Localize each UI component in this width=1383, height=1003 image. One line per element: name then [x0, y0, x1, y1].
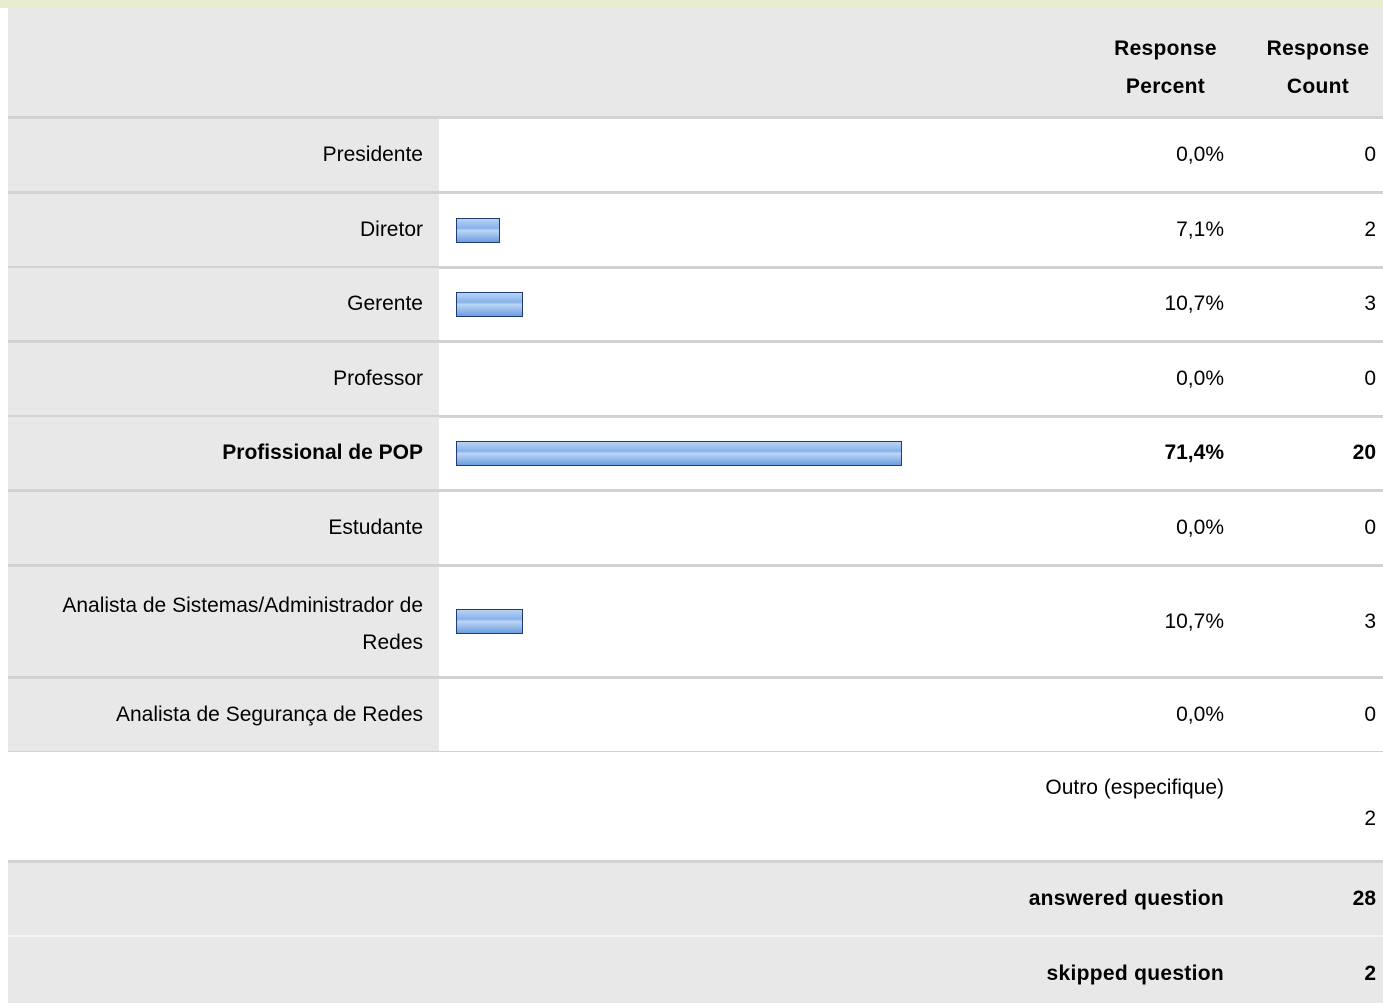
response-count-value: 20 [1352, 441, 1376, 464]
table-header: Response Percent Response Count [8, 8, 1383, 116]
response-count-value: 0 [1364, 703, 1376, 726]
response-bar [456, 218, 500, 243]
category-label: Diretor [359, 218, 423, 241]
response-percent-header-line2: Percent [1125, 75, 1206, 98]
category-label: Professor [333, 367, 423, 390]
other-label: Outro (especifique) [1045, 776, 1224, 799]
response-bar [456, 609, 523, 634]
response-percent-value: 0,0% [1176, 516, 1224, 539]
response-count-value: 0 [1364, 367, 1376, 390]
response-count-value: 0 [1364, 143, 1376, 166]
table-row: Analista de Sistemas/Administrador de Re… [8, 567, 1383, 676]
table-row: Estudante 0,0% 0 [8, 492, 1383, 564]
category-label: Estudante [328, 516, 423, 539]
category-label: Analista de Segurança de Redes [115, 703, 423, 726]
row-label-cell: Presidente [8, 119, 439, 191]
category-label: Profissional de POP [222, 441, 423, 464]
table-row: Analista de Segurança de Redes 0,0% 0 [8, 679, 1383, 751]
row-label-cell: Diretor [8, 194, 439, 266]
response-percent-value: 0,0% [1176, 143, 1224, 166]
row-label-cell: Gerente [8, 268, 439, 340]
top-accent-bar [0, 0, 1383, 8]
response-percent-value: 0,0% [1176, 367, 1224, 390]
answered-question-label: answered question [1028, 887, 1224, 910]
response-count-value: 0 [1364, 516, 1376, 539]
response-count-header-line1: Response [1266, 37, 1370, 60]
table-row: Gerente 10,7% 3 [8, 268, 1383, 340]
response-percent-value: 71,4% [1164, 441, 1224, 464]
skipped-question-value: 2 [1364, 962, 1376, 985]
category-label: Gerente [347, 292, 423, 315]
answered-question-value: 28 [1352, 887, 1376, 910]
other-row: Outro (especifique) 2 [8, 752, 1383, 860]
response-count-value: 3 [1364, 292, 1376, 315]
response-bar [456, 292, 523, 317]
response-percent-value: 10,7% [1164, 292, 1224, 315]
category-label: Presidente [322, 143, 423, 166]
table-row: Presidente 0,0% 0 [8, 119, 1383, 191]
response-bar [456, 441, 902, 466]
table-row: Diretor 7,1% 2 [8, 194, 1383, 266]
table-row: Professor 0,0% 0 [8, 343, 1383, 415]
response-percent-value: 0,0% [1176, 703, 1224, 726]
answered-question-row: answered question 28 [8, 863, 1383, 935]
category-label: Analista de Sistemas/Administrador de Re… [62, 594, 423, 654]
response-count-header-line2: Count [1286, 75, 1350, 98]
skipped-question-row: skipped question 2 [8, 937, 1383, 1003]
table-row: Profissional de POP 71,4% 20 [8, 417, 1383, 489]
response-count-value: 2 [1364, 218, 1376, 241]
response-percent-header-line1: Response [1114, 37, 1217, 60]
row-label-cell: Analista de Sistemas/Administrador de Re… [8, 567, 439, 676]
row-label-cell: Analista de Segurança de Redes [8, 679, 439, 751]
response-percent-value: 7,1% [1176, 218, 1224, 241]
response-count-header: Response Count [1248, 30, 1383, 106]
response-percent-value: 10,7% [1164, 610, 1224, 633]
other-count: 2 [1364, 807, 1376, 830]
skipped-question-label: skipped question [1046, 962, 1224, 985]
row-label-cell: Professor [8, 343, 439, 415]
response-count-value: 3 [1364, 610, 1376, 633]
response-percent-header: Response Percent [1098, 30, 1233, 106]
row-label-cell: Estudante [8, 492, 439, 564]
row-label-cell: Profissional de POP [8, 417, 439, 489]
